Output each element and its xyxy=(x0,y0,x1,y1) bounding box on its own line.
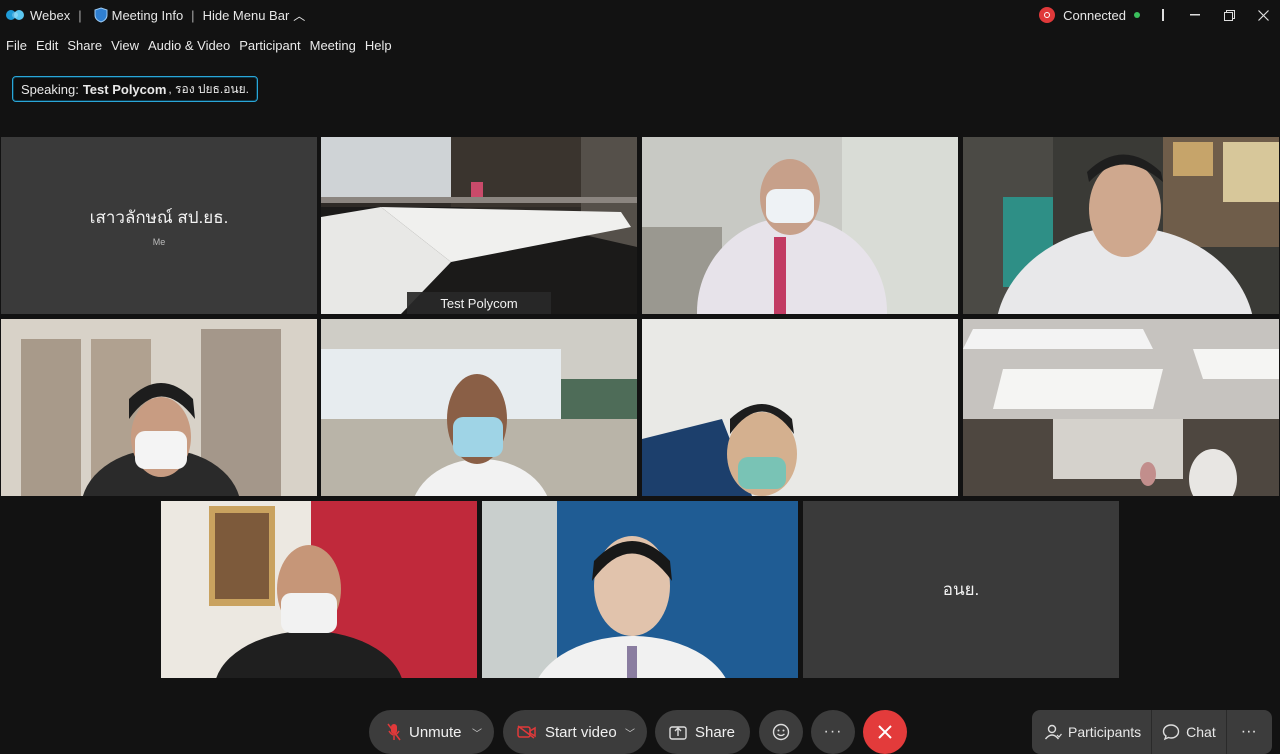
meeting-controls: Unmute ﹀ Start video ﹀ Share ··· Partici… xyxy=(0,710,1280,754)
meeting-info-label: Meeting Info xyxy=(111,7,184,23)
chat-label: Chat xyxy=(1186,724,1216,740)
speaking-prefix: Speaking: xyxy=(21,81,79,97)
menu-audio-video[interactable]: Audio & Video xyxy=(148,38,230,53)
connected-dot-icon xyxy=(1134,12,1140,18)
hide-menu-bar-button[interactable]: Hide Menu Bar ︿ xyxy=(203,7,306,24)
participant-video-feed xyxy=(482,501,798,678)
unmute-label: Unmute xyxy=(409,723,462,741)
participant-video-feed xyxy=(642,319,958,496)
speaker-role: , รอง ปยธ.อนย. xyxy=(168,81,249,96)
participant-tile-video[interactable] xyxy=(482,501,798,678)
participant-tile-video[interactable] xyxy=(1,319,317,496)
share-icon xyxy=(669,726,687,740)
menu-view[interactable]: View xyxy=(111,38,139,53)
app-name: Webex xyxy=(30,7,71,23)
participant-name-label: Test Polycom xyxy=(407,292,551,314)
participant-video-feed xyxy=(642,137,958,314)
video-off-icon xyxy=(517,725,536,739)
participant-video-feed xyxy=(963,137,1279,314)
more-options-button[interactable]: ··· xyxy=(811,710,855,754)
divider xyxy=(1162,9,1164,21)
reactions-button[interactable] xyxy=(759,710,803,754)
shield-icon xyxy=(94,7,108,23)
participant-tile-no-video[interactable]: อนย. xyxy=(803,501,1119,678)
participants-label: Participants xyxy=(1068,724,1142,740)
menu-file[interactable]: File xyxy=(6,38,27,53)
participant-tile-video[interactable] xyxy=(963,319,1279,496)
more-panels-button[interactable]: ··· xyxy=(1227,710,1271,754)
participant-tile-active-speaker[interactable]: Test Polycom xyxy=(321,137,637,314)
menu-participant[interactable]: Participant xyxy=(239,38,300,53)
share-label: Share xyxy=(695,723,736,741)
participant-tile-self[interactable]: เสาวลักษณ์ สป.ยธ. Me xyxy=(1,137,317,314)
smiley-icon xyxy=(772,723,790,741)
speaker-name: Test Polycom xyxy=(82,81,167,97)
participant-tile-video[interactable] xyxy=(963,137,1279,314)
more-dots-icon: ··· xyxy=(823,723,843,740)
active-speaker-indicator: Speaking: Test Polycom , รอง ปยธ.อนย. xyxy=(12,76,258,102)
person-icon xyxy=(1044,724,1062,740)
webex-logo-icon xyxy=(6,10,24,20)
participant-video-feed xyxy=(321,319,637,496)
end-meeting-button[interactable] xyxy=(863,710,907,754)
chevron-down-icon[interactable]: ﹀ xyxy=(472,725,482,740)
minimize-button[interactable] xyxy=(1178,0,1212,30)
restore-button[interactable] xyxy=(1212,0,1246,30)
meeting-info-button[interactable]: Meeting Info xyxy=(90,7,184,23)
participant-tile-video[interactable] xyxy=(642,319,958,496)
recording-indicator-icon[interactable] xyxy=(1039,7,1056,23)
participant-tile-video[interactable] xyxy=(161,501,477,678)
menu-edit[interactable]: Edit xyxy=(36,38,58,53)
microphone-muted-icon xyxy=(387,723,401,741)
side-panel-buttons: Participants Chat ··· xyxy=(1032,710,1272,754)
menu-bar: File Edit Share View Audio & Video Parti… xyxy=(0,34,401,56)
participant-video-feed xyxy=(963,319,1279,496)
participant-name: อนย. xyxy=(942,580,980,599)
separator: | xyxy=(191,7,195,23)
chat-button[interactable]: Chat xyxy=(1152,710,1226,754)
self-tag: Me xyxy=(152,237,166,247)
share-button[interactable]: Share xyxy=(655,710,750,754)
chevron-up-icon: ︿ xyxy=(293,8,306,23)
participant-video-feed xyxy=(1,319,317,496)
menu-share[interactable]: Share xyxy=(67,38,102,53)
hide-menu-bar-label: Hide Menu Bar xyxy=(202,7,290,23)
participant-tile-video[interactable] xyxy=(321,319,637,496)
start-video-button[interactable]: Start video ﹀ xyxy=(503,710,647,754)
participant-name: เสาวลักษณ์ สป.ยธ. xyxy=(89,208,229,227)
participants-button[interactable]: Participants xyxy=(1032,710,1151,754)
participant-video-feed xyxy=(161,501,477,678)
chevron-down-icon[interactable]: ﹀ xyxy=(625,725,635,740)
more-dots-icon: ··· xyxy=(1240,723,1257,740)
close-icon xyxy=(878,725,892,739)
participant-tile-video[interactable] xyxy=(642,137,958,314)
conference-room-video xyxy=(321,137,637,314)
title-bar: Webex | Meeting Info | Hide Menu Bar ︿ C… xyxy=(0,0,1280,30)
start-video-label: Start video xyxy=(545,723,617,741)
close-window-button[interactable] xyxy=(1246,0,1280,30)
menu-meeting[interactable]: Meeting xyxy=(310,38,356,53)
connection-status: Connected xyxy=(1063,7,1126,23)
unmute-button[interactable]: Unmute ﹀ xyxy=(369,710,494,754)
chat-bubble-icon xyxy=(1162,724,1180,741)
menu-help[interactable]: Help xyxy=(365,38,392,53)
separator: | xyxy=(78,7,82,23)
